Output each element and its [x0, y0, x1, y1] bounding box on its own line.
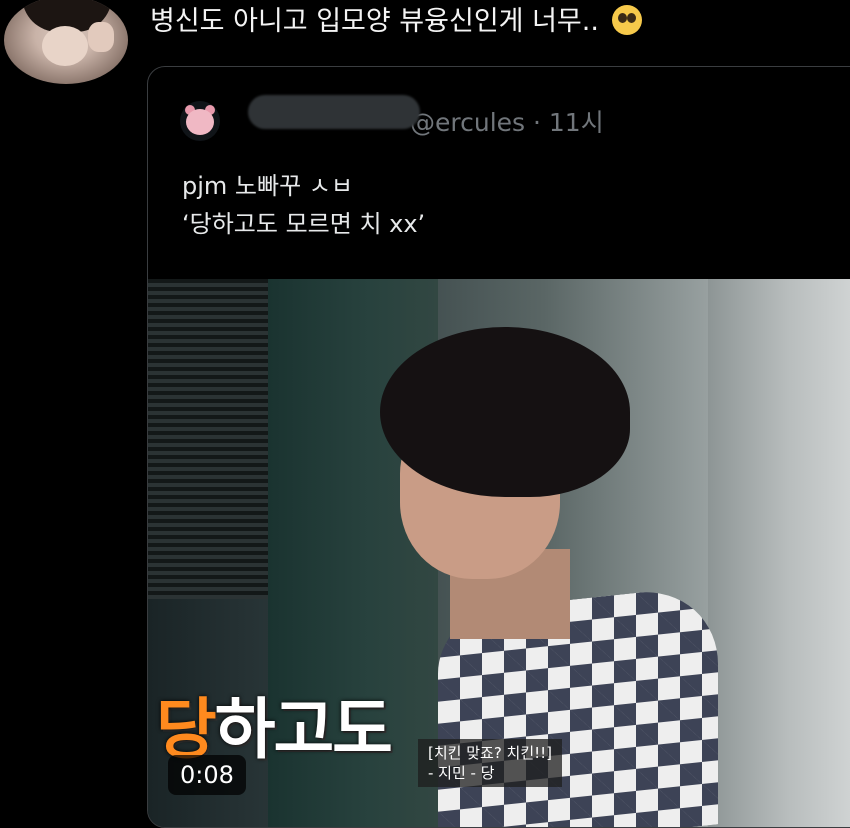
quoted-tweet-handle[interactable]: @ercules: [410, 108, 525, 137]
video-caption-subtitle: [치킨 맞죠? 치킨!!] - 지민 - 당: [418, 739, 563, 787]
reply-text-content: 병신도 아니고 입모양 뷰융신인게 너무..: [150, 6, 599, 37]
person-hair: [380, 327, 630, 497]
pleading-face-icon: [611, 5, 642, 35]
video-fan-grille: [148, 279, 268, 599]
video-door: [708, 279, 850, 827]
quoted-tweet-body: pjm 노빠꾸 ㅅㅂ ‘당하고도 모르면 치 xx’: [182, 167, 425, 243]
quoted-tweet-avatar[interactable]: [180, 101, 220, 141]
avatar-hand: [88, 22, 114, 52]
redacted-username: [248, 95, 420, 129]
quoted-tweet-card[interactable]: @ercules · 11시 pjm 노빠꾸 ㅅㅂ ‘당하고도 모르면 치 xx…: [147, 66, 850, 828]
avatar-face: [42, 26, 88, 66]
quoted-tweet-line-1: pjm 노빠꾸 ㅅㅂ: [182, 172, 353, 200]
video-player[interactable]: 당하고도 [치킨 맞죠? 치킨!!] - 지민 - 당 0:08: [148, 279, 850, 827]
reply-text: 병신도 아니고 입모양 뷰융신인게 너무..: [150, 4, 642, 40]
reply-avatar[interactable]: [4, 0, 128, 84]
video-duration-badge: 0:08: [168, 755, 246, 795]
quoted-tweet-line-2: ‘당하고도 모르면 치 xx’: [182, 210, 426, 238]
bear-avatar-icon: [186, 109, 214, 135]
quoted-tweet-time[interactable]: 11시: [549, 108, 604, 137]
